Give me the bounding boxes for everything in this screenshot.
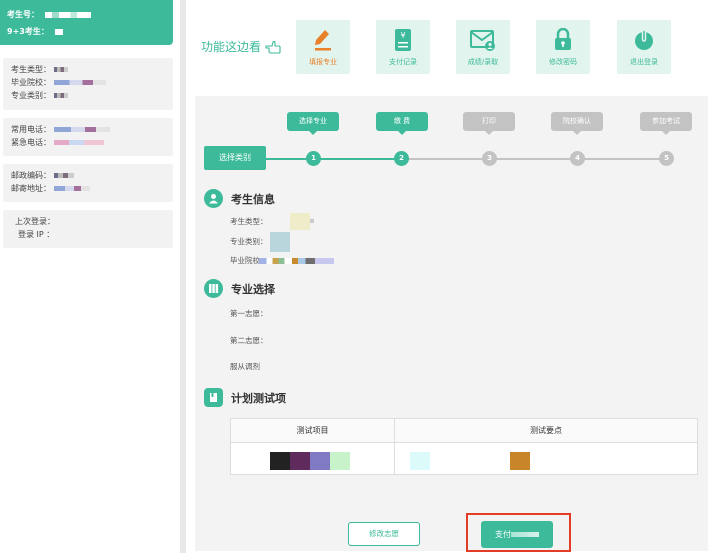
redacted-value	[290, 213, 310, 230]
redacted-value	[330, 452, 350, 470]
sidebar: 考生号： 9+3考生： 考生类型： 毕业院校： 专业类别： 常用电话： 紧急电话…	[0, 0, 180, 553]
step-dot-3: 3	[482, 151, 497, 166]
step-label-payment: 缴 费	[376, 112, 428, 135]
column-header-test-points: 测试要点	[395, 419, 697, 443]
first-choice-label: 第一志愿：	[230, 309, 268, 318]
progress-line-pending	[402, 158, 666, 160]
redacted-value	[270, 452, 290, 470]
info-row: 常用电话：	[11, 123, 165, 136]
exam-number-label: 考生号：	[7, 10, 39, 19]
step-dot-1: 1	[306, 151, 321, 166]
info-row: 邮寄地址：	[11, 182, 165, 195]
redacted-value	[310, 219, 314, 223]
step-label-select-major: 选择专业	[287, 112, 339, 135]
info-row: 上次登录：	[15, 217, 55, 226]
accept-adjustment-label: 服从调剂	[230, 362, 260, 371]
step-label-print: 打印	[463, 112, 515, 135]
step-label-exam: 参加考试	[640, 112, 692, 135]
svg-text:¥: ¥	[400, 31, 405, 40]
section-major-select: 专业选择	[204, 279, 275, 298]
progress-line-done	[266, 158, 402, 160]
logout-button[interactable]: 退出登录	[617, 20, 671, 74]
function-hint: 功能这边看	[201, 38, 281, 55]
info-row: 考生类型：	[11, 63, 165, 76]
info-row: 紧急电话：	[11, 136, 165, 149]
receipt-icon: ¥	[395, 29, 411, 51]
info-row: 毕业院校：	[11, 76, 165, 89]
redacted-value	[54, 28, 63, 35]
student-id-card: 考生号： 9+3考生：	[0, 0, 173, 45]
pencil-icon	[315, 30, 331, 51]
books-icon	[204, 279, 223, 298]
mail-user-icon	[470, 30, 495, 51]
second-choice-label: 第二志愿：	[230, 336, 268, 345]
step-dot-5: 5	[659, 151, 674, 166]
notebook-icon	[204, 388, 223, 407]
change-password-button[interactable]: 修改密码	[536, 20, 590, 74]
payment-records-button[interactable]: ¥ 支付记录	[376, 20, 430, 74]
info-box-address: 邮政编码： 邮寄地址：	[3, 164, 173, 202]
redacted-value	[510, 452, 530, 470]
code-label: 9+3考生：	[7, 27, 49, 36]
pointing-hand-icon	[265, 40, 281, 54]
redacted-value	[270, 232, 290, 252]
lock-icon	[555, 28, 571, 50]
info-row: 邮政编码：	[11, 169, 165, 182]
info-box-basic: 考生类型： 毕业院校： 专业类别：	[3, 58, 173, 110]
redacted-value	[310, 452, 330, 470]
redacted-value	[259, 258, 334, 264]
redacted-value	[44, 11, 91, 18]
section-student-info: 考生信息	[204, 189, 275, 208]
info-row: 专业类别：	[11, 89, 165, 102]
info-row: 登录 IP ：	[18, 230, 55, 239]
pay-button-highlight-box	[466, 513, 571, 552]
info-box-phone: 常用电话： 紧急电话：	[3, 118, 173, 156]
column-header-test-item: 测试项目	[231, 419, 394, 443]
fill-major-button[interactable]: 填报专业	[296, 20, 350, 74]
redacted-value	[410, 452, 430, 470]
main-panel: 选择类别 选择专业 缴 费 打印 院校确认 参加考试 1 2 3 4 5 考生信…	[195, 96, 708, 551]
select-category-button[interactable]: 选择类别	[204, 146, 266, 170]
info-box-login: 上次登录： 登录 IP ：	[3, 210, 173, 248]
student-type-label: 考生类型：	[230, 217, 268, 226]
section-planned-tests: 计划测试项	[204, 388, 286, 407]
scores-admission-button[interactable]: 成绩/录取	[456, 20, 510, 74]
planned-tests-table: 测试项目 测试要点	[230, 418, 698, 475]
step-dot-2: 2	[394, 151, 409, 166]
redacted-value	[290, 452, 310, 470]
major-category-label: 专业类别：	[230, 237, 268, 246]
power-icon	[635, 29, 653, 50]
sidebar-scrollbar[interactable]	[180, 0, 186, 553]
user-icon	[204, 189, 223, 208]
step-dot-4: 4	[570, 151, 585, 166]
modify-choice-button[interactable]: 修改志愿	[348, 522, 420, 546]
step-label-school-confirm: 院校确认	[551, 112, 603, 135]
column-divider	[394, 419, 395, 474]
